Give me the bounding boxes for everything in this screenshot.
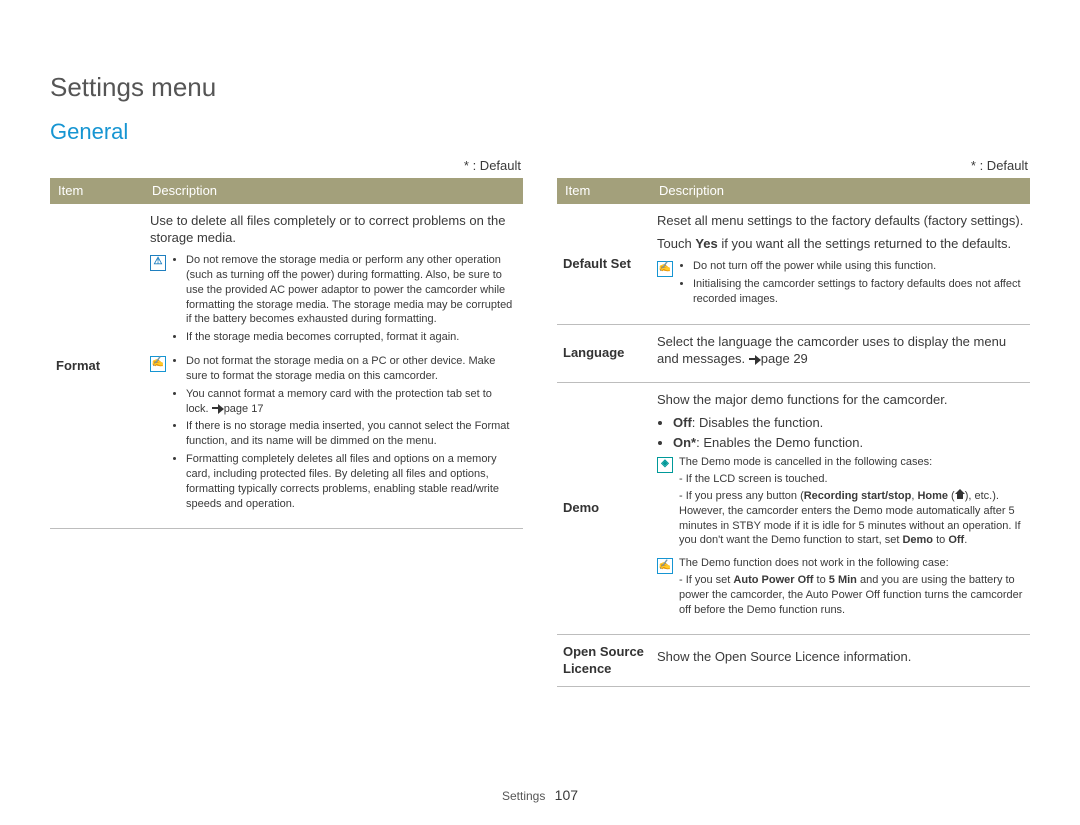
caution-icon: ⚠: [150, 255, 166, 271]
note-block: ⚠ Do not remove the storage media or per…: [150, 253, 517, 348]
desc-demo: Show the major demo functions for the ca…: [651, 382, 1030, 634]
desc-open-source: Show the Open Source Licence information…: [651, 634, 1030, 686]
item-language: Language: [557, 324, 651, 382]
desc-language: Select the language the camcorder uses t…: [651, 324, 1030, 382]
bold: Yes: [695, 236, 717, 251]
text: Select the language the camcorder uses t…: [657, 334, 1006, 367]
defaultset-p2: Touch Yes if you want all the settings r…: [657, 235, 1024, 253]
opensource-text: Show the Open Source Licence information…: [657, 648, 1024, 666]
page-ref: page 29: [761, 351, 808, 366]
home-icon: [955, 489, 965, 499]
text: - If you set Auto Power Off to 5 Min and…: [679, 573, 1024, 618]
table-row: Default Set Reset all menu settings to t…: [557, 204, 1030, 324]
info-icon: ✍: [657, 558, 673, 574]
list-item: Off: Disables the function.: [673, 414, 1024, 432]
footer-page-number: 107: [555, 787, 578, 803]
table-row: Open Source Licence Show the Open Source…: [557, 634, 1030, 686]
info-icon: ✍: [657, 261, 673, 277]
table-row: Format Use to delete all files completel…: [50, 204, 523, 529]
list-item: You cannot format a memory card with the…: [186, 387, 517, 417]
table-row: Language Select the language the camcord…: [557, 324, 1030, 382]
list-item: If there is no storage media inserted, y…: [186, 419, 517, 449]
format-intro: Use to delete all files completely or to…: [150, 212, 517, 247]
settings-table-left: Item Description Format Use to delete al…: [50, 178, 523, 529]
language-text: Select the language the camcorder uses t…: [657, 333, 1024, 368]
list-item: Do not remove the storage media or perfo…: [186, 253, 517, 327]
list-item: Initialising the camcorder settings to f…: [693, 277, 1024, 307]
text: if you want all the settings returned to…: [718, 236, 1011, 251]
note-block: ✍ Do not format the storage media on a P…: [150, 354, 517, 514]
text: - If you press any button (Recording sta…: [679, 489, 1024, 548]
bold: Home: [917, 490, 948, 502]
bold: Recording start/stop: [804, 490, 912, 502]
item-default-set: Default Set: [557, 204, 651, 324]
bold: Off: [948, 534, 964, 546]
text: : Enables the Demo function.: [696, 435, 863, 450]
demo-intro: Show the major demo functions for the ca…: [657, 391, 1024, 409]
format-note2-list: Do not format the storage media on a PC …: [172, 354, 517, 514]
content-columns: * : Default Item Description Format Use …: [50, 157, 1030, 687]
item-format: Format: [50, 204, 144, 529]
list-item: Do not format the storage media on a PC …: [186, 354, 517, 384]
left-column: * : Default Item Description Format Use …: [50, 157, 523, 687]
demo-options: Off: Disables the function. On*: Enables…: [657, 414, 1024, 451]
right-column: * : Default Item Description Default Set…: [557, 157, 1030, 687]
text: : Disables the function.: [692, 415, 824, 430]
desc-default-set: Reset all menu settings to the factory d…: [651, 204, 1030, 324]
table-row: Demo Show the major demo functions for t…: [557, 382, 1030, 634]
page-ref: page 17: [224, 403, 264, 415]
note-block: ◈ The Demo mode is cancelled in the foll…: [657, 455, 1024, 550]
defaultset-note-list: Do not turn off the power while using th…: [679, 259, 1024, 310]
text: The Demo function does not work in the f…: [679, 556, 1024, 571]
format-note1-list: Do not remove the storage media or perfo…: [172, 253, 517, 348]
bold: On*: [673, 435, 696, 450]
list-item: Do not turn off the power while using th…: [693, 259, 1024, 274]
text: The Demo mode is cancelled in the follow…: [679, 455, 1024, 470]
defaultset-p1: Reset all menu settings to the factory d…: [657, 212, 1024, 230]
footer-section: Settings: [502, 789, 545, 803]
item-open-source-licence: Open Source Licence: [557, 634, 651, 686]
text: - If the LCD screen is touched.: [679, 472, 1024, 487]
text: (: [948, 490, 955, 502]
text: - If you set: [679, 574, 733, 586]
th-item: Item: [50, 178, 144, 204]
settings-table-right: Item Description Default Set Reset all m…: [557, 178, 1030, 686]
info-icon: ✍: [150, 356, 166, 372]
info-icon-teal: ◈: [657, 457, 673, 473]
arrow-icon: [749, 355, 761, 365]
th-description: Description: [651, 178, 1030, 204]
note-block: ✍ Do not turn off the power while using …: [657, 259, 1024, 310]
default-note-left: * : Default: [50, 157, 523, 175]
th-item: Item: [557, 178, 651, 204]
arrow-icon: [212, 404, 224, 414]
page-footer: Settings 107: [0, 786, 1080, 805]
text: to: [933, 534, 948, 546]
page-title: Settings menu: [50, 70, 1030, 105]
bold: Auto Power Off: [733, 574, 813, 586]
demo-note2: The Demo function does not work in the f…: [679, 556, 1024, 619]
note-block: ✍ The Demo function does not work in the…: [657, 556, 1024, 619]
text: .: [964, 534, 967, 546]
bold: Demo: [902, 534, 933, 546]
bold: 5 Min: [829, 574, 857, 586]
section-heading: General: [50, 117, 1030, 147]
item-demo: Demo: [557, 382, 651, 634]
bold: Off: [673, 415, 692, 430]
list-item: On*: Enables the Demo function.: [673, 434, 1024, 452]
text: - If you press any button (: [679, 490, 804, 502]
default-note-right: * : Default: [557, 157, 1030, 175]
th-description: Description: [144, 178, 523, 204]
text: Touch: [657, 236, 695, 251]
list-item: Formatting completely deletes all files …: [186, 452, 517, 511]
demo-note1: The Demo mode is cancelled in the follow…: [679, 455, 1024, 550]
desc-format: Use to delete all files completely or to…: [144, 204, 523, 529]
list-item: If the storage media becomes corrupted, …: [186, 330, 517, 345]
text: to: [813, 574, 828, 586]
